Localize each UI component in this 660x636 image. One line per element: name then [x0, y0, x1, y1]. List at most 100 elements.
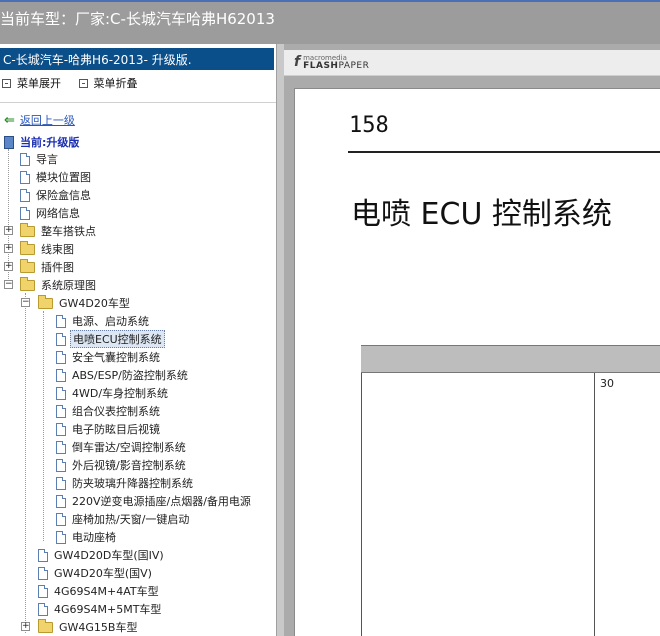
folder-icon — [20, 258, 35, 273]
tree-item[interactable]: 电子防眩目后视镜 — [56, 420, 162, 438]
expand-menu-button[interactable]: 菜单展开 — [2, 75, 61, 91]
tree-item-label: 电动座椅 — [72, 531, 116, 544]
document-icon — [56, 458, 66, 472]
computer-icon — [4, 135, 14, 149]
logo-flash: FLASH — [303, 61, 339, 71]
document-icon — [20, 206, 30, 220]
tree-item[interactable]: 防夹玻璃升降器控制系统 — [56, 474, 195, 492]
menu-controls: 菜单展开 菜单折叠 — [2, 75, 152, 91]
document-icon — [56, 332, 66, 346]
expand-toggle-icon[interactable]: + — [4, 262, 13, 271]
title-accent-line — [0, 0, 660, 2]
tree-item[interactable]: 倒车雷达/空调控制系统 — [56, 438, 188, 456]
page-number: 158 — [349, 113, 389, 138]
expand-icon — [2, 78, 11, 88]
tree-item[interactable]: 外后视镜/影音控制系统 — [56, 456, 188, 474]
document-icon — [56, 314, 66, 328]
tree-item[interactable]: ABS/ESP/防盗控制系统 — [56, 366, 190, 384]
tree-item[interactable]: 模块位置图 — [20, 168, 93, 186]
document-icon — [38, 602, 48, 616]
tree-item[interactable]: GW4D20车型(国V) — [38, 564, 154, 582]
window-title-bar: 当前车型：厂家:C-长城汽车哈弗H62013 — [0, 0, 660, 44]
tree-item-label: 座椅加热/天窗/一键启动 — [72, 513, 190, 526]
folder-open-icon — [38, 294, 53, 309]
document-icon — [38, 584, 48, 598]
tree-item[interactable]: 座椅加热/天窗/一键启动 — [56, 510, 191, 528]
tree-folder[interactable]: + 线束图 — [4, 240, 76, 258]
expand-toggle-icon[interactable]: + — [4, 244, 13, 253]
tree-item-label: 倒车雷达/空调控制系统 — [72, 441, 186, 454]
tree-item[interactable]: 导言 — [20, 150, 60, 168]
flashpaper-logo: f macromedia FLASHPAPER — [294, 54, 370, 71]
document-icon — [56, 530, 66, 544]
tree-item[interactable]: 4G69S4M+5MT车型 — [38, 600, 163, 618]
document-page[interactable]: 158 电喷 ECU 控制系统 30 — [294, 88, 660, 636]
back-arrow-icon: ⇐ — [4, 112, 15, 128]
document-icon — [56, 386, 66, 400]
document-viewer: f macromedia FLASHPAPER 158 电喷 ECU 控制系统 … — [284, 44, 660, 636]
tree-folder-label: 插件图 — [41, 261, 74, 274]
tree-item[interactable]: 电源、启动系统 — [56, 312, 151, 330]
tree-item[interactable]: 安全气囊控制系统 — [56, 348, 162, 366]
navigation-panel: C-长城汽车-哈弗H6-2013- 升级版. 菜单展开 菜单折叠 ⇐ 返回上一级… — [0, 44, 276, 636]
document-icon — [56, 368, 66, 382]
document-icon — [56, 512, 66, 526]
document-icon — [56, 422, 66, 436]
document-icon — [56, 404, 66, 418]
flashpaper-toolbar: f macromedia FLASHPAPER — [284, 50, 660, 76]
expand-toggle-icon[interactable]: + — [21, 622, 30, 631]
collapse-toggle-icon[interactable]: − — [21, 298, 30, 307]
expand-toggle-icon[interactable]: + — [4, 226, 13, 235]
tree-folder[interactable]: + 插件图 — [4, 258, 76, 276]
tree-item-label: 电源、启动系统 — [72, 315, 149, 328]
panel-divider — [0, 102, 276, 103]
tree-item-label: 组合仪表控制系统 — [72, 405, 160, 418]
page-header-rule — [348, 151, 660, 153]
logo-paper: PAPER — [338, 61, 370, 71]
tree-item-label: 4G69S4M+4AT车型 — [54, 585, 159, 598]
current-node[interactable]: 当前:升级版 — [4, 133, 81, 151]
document-title: 电喷 ECU 控制系统 — [351, 197, 612, 232]
tree-item-label: 外后视镜/影音控制系统 — [72, 459, 186, 472]
tree-item[interactable]: GW4D20D车型(国IV) — [38, 546, 166, 564]
document-icon — [20, 152, 30, 166]
back-link[interactable]: ⇐ 返回上一级 — [4, 111, 77, 129]
tree-item-label: 保险盒信息 — [36, 189, 91, 202]
tree-folder-expanded[interactable]: − 系统原理图 — [4, 276, 98, 294]
collapse-toggle-icon[interactable]: − — [4, 280, 13, 289]
tree-item-label: ABS/ESP/防盗控制系统 — [72, 369, 188, 382]
tree-item-label: 电子防眩目后视镜 — [72, 423, 160, 436]
expand-menu-label: 菜单展开 — [17, 77, 61, 90]
tree-folder[interactable]: + 整车搭铁点 — [4, 222, 98, 240]
folder-open-icon — [20, 276, 35, 291]
tree-folder-label: 系统原理图 — [41, 279, 96, 292]
tree-item[interactable]: 电动座椅 — [56, 528, 118, 546]
collapse-menu-label: 菜单折叠 — [93, 77, 138, 90]
tree-item-selected[interactable]: 电喷ECU控制系统 — [56, 330, 165, 348]
flashpaper-f-icon: f — [294, 54, 301, 70]
tree-item[interactable]: 220V逆变电源插座/点烟器/备用电源 — [56, 492, 253, 510]
document-icon — [20, 188, 30, 202]
window-title: 当前车型：厂家:C-长城汽车哈弗H62013 — [0, 10, 275, 28]
tree-item-label: 电喷ECU控制系统 — [70, 330, 165, 348]
tree-subfolder-expanded[interactable]: − GW4D20车型 — [21, 294, 132, 312]
tree-item-label: 220V逆变电源插座/点烟器/备用电源 — [72, 495, 251, 508]
folder-icon — [20, 240, 35, 255]
tree-item[interactable]: 保险盒信息 — [20, 186, 93, 204]
tree-line — [25, 293, 26, 633]
tree-item[interactable]: 组合仪表控制系统 — [56, 402, 162, 420]
tree-item-label: 模块位置图 — [36, 171, 91, 184]
tree-folder[interactable]: + GW4G15B车型 — [21, 618, 139, 636]
tree-item-label: 网络信息 — [36, 207, 80, 220]
tree-item[interactable]: 4WD/车身控制系统 — [56, 384, 170, 402]
folder-icon — [38, 618, 53, 633]
tree-folder-label: 整车搭铁点 — [41, 225, 96, 238]
panel-splitter[interactable] — [276, 44, 284, 636]
tree-folder-label: GW4G15B车型 — [59, 621, 138, 634]
tree-item[interactable]: 网络信息 — [20, 204, 82, 222]
tree-line — [43, 311, 44, 541]
tree-item[interactable]: 4G69S4M+4AT车型 — [38, 582, 161, 600]
collapse-menu-button[interactable]: 菜单折叠 — [78, 75, 138, 91]
document-icon — [20, 170, 30, 184]
table-cell-number: 30 — [600, 377, 614, 390]
